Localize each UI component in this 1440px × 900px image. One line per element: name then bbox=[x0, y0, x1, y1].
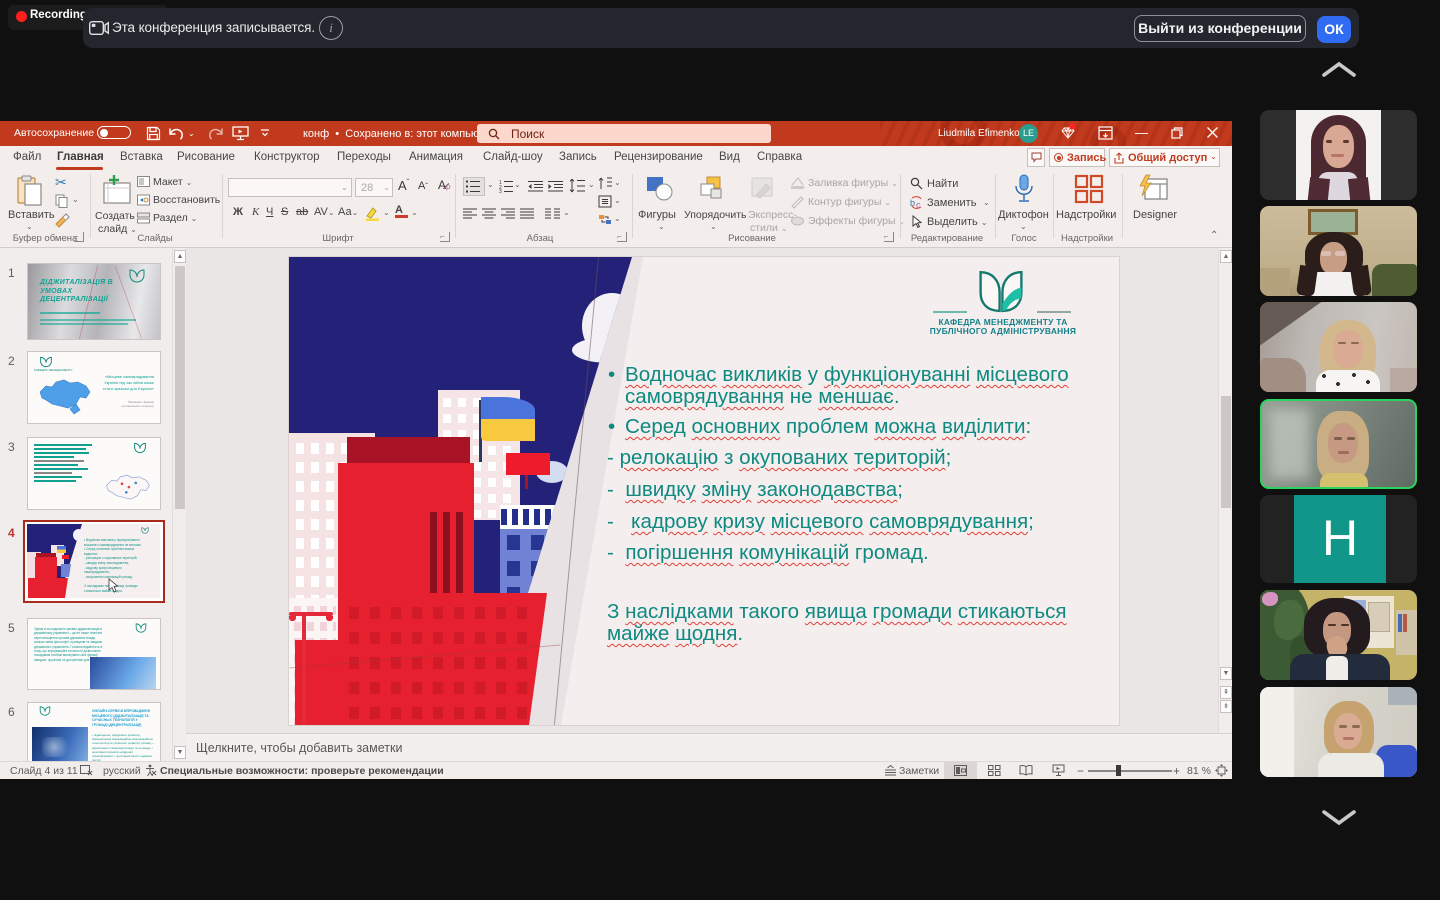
svg-text:c: c bbox=[916, 200, 921, 209]
svg-text:3: 3 bbox=[499, 189, 502, 193]
